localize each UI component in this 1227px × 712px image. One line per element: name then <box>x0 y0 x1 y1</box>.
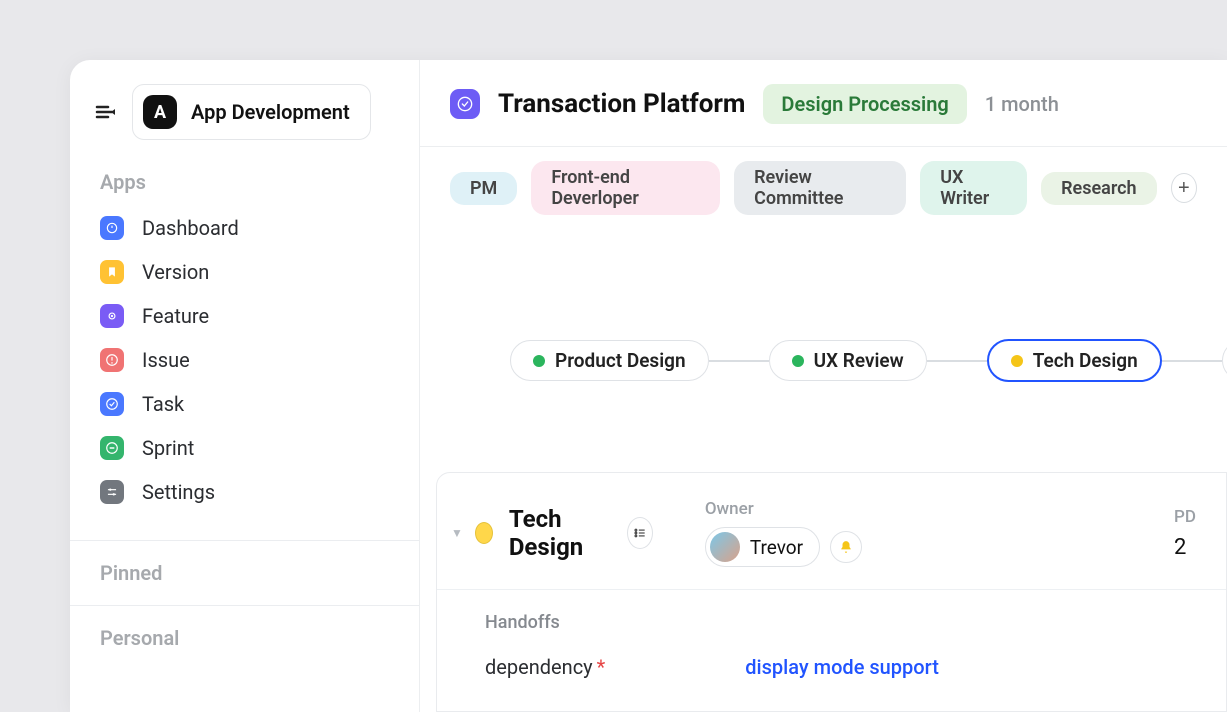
pd-value: 2 <box>1174 535 1196 560</box>
handoffs-heading: Handoffs <box>485 612 1178 633</box>
check-circle-icon <box>450 89 480 119</box>
role-tag[interactable]: PM <box>450 172 517 205</box>
collapse-caret-icon[interactable]: ▼ <box>451 526 463 540</box>
pd-label: PD <box>1174 507 1196 527</box>
workspace-selector[interactable]: A App Development <box>132 84 371 140</box>
alert-icon <box>100 348 124 372</box>
bookmark-icon <box>100 260 124 284</box>
owner-name: Trevor <box>750 536 803 559</box>
role-tag[interactable]: Review Committee <box>734 161 906 215</box>
add-role-button[interactable]: + <box>1171 173 1197 203</box>
owner-block: Owner Trevor <box>705 499 862 567</box>
card-title: Tech Design <box>509 505 615 561</box>
star-icon <box>100 304 124 328</box>
role-tag[interactable]: Research <box>1041 172 1156 205</box>
workspace-avatar: A <box>143 95 177 129</box>
nav-item-label: Sprint <box>142 436 194 460</box>
pipeline-stage[interactable]: Product Design <box>510 340 709 381</box>
required-asterisk: * <box>597 655 606 679</box>
page-header: Transaction Platform Design Processing 1… <box>420 60 1227 147</box>
sidebar: A App Development Apps Dashboard Version F… <box>70 60 420 712</box>
dependency-value[interactable]: display mode support <box>745 655 939 679</box>
dashboard-icon <box>100 216 124 240</box>
sidebar-section-personal: Personal <box>70 616 419 660</box>
nav-item-label: Version <box>142 260 209 284</box>
nav-item-label: Settings <box>142 480 215 504</box>
nav-item-label: Task <box>142 392 184 416</box>
pipeline-stages: Product Design UX Review Tech Design Tech <box>420 229 1227 442</box>
main-panel: Transaction Platform Design Processing 1… <box>420 60 1227 712</box>
pd-block: PD 2 <box>1174 507 1196 560</box>
dependency-row: dependency* display mode support <box>485 655 1178 679</box>
nav-list: Dashboard Version Feature Issue Task Sprint Se… <box>70 204 419 530</box>
nav-item-task[interactable]: Task <box>84 382 405 426</box>
stage-connector <box>1162 360 1222 362</box>
stage-label: Tech Design <box>1033 349 1138 372</box>
stage-connector <box>927 360 987 362</box>
nav-item-label: Dashboard <box>142 216 239 240</box>
dash-icon <box>100 436 124 460</box>
stage-connector <box>709 360 769 362</box>
card-header: ▼ Tech Design Owner Trevor <box>437 473 1226 590</box>
nav-item-sprint[interactable]: Sprint <box>84 426 405 470</box>
stage-dot-icon <box>792 355 804 367</box>
stage-label: Product Design <box>555 349 686 372</box>
nav-item-issue[interactable]: Issue <box>84 338 405 382</box>
status-badge: Design Processing <box>763 84 966 124</box>
avatar <box>710 532 740 562</box>
owner-chip[interactable]: Trevor <box>705 527 820 567</box>
app-frame: A App Development Apps Dashboard Version F… <box>70 60 1227 712</box>
sliders-icon <box>100 480 124 504</box>
sidebar-section-pinned: Pinned <box>70 551 419 595</box>
check-icon <box>100 392 124 416</box>
stage-dot-icon <box>533 355 545 367</box>
page-title: Transaction Platform <box>498 89 745 119</box>
nav-item-dashboard[interactable]: Dashboard <box>84 206 405 250</box>
card-body: Handoffs dependency* display mode suppor… <box>437 590 1226 712</box>
owner-label: Owner <box>705 499 862 519</box>
role-tag[interactable]: UX Writer <box>920 161 1027 215</box>
pipeline-stage[interactable]: UX Review <box>769 340 927 381</box>
nav-item-label: Issue <box>142 348 190 372</box>
workspace-name: App Development <box>191 100 350 124</box>
bell-icon[interactable] <box>830 531 862 563</box>
list-icon[interactable] <box>627 517 653 549</box>
menu-collapse-icon[interactable] <box>94 100 118 124</box>
stage-card: ▼ Tech Design Owner Trevor <box>436 472 1227 712</box>
nav-item-settings[interactable]: Settings <box>84 470 405 514</box>
nav-item-feature[interactable]: Feature <box>84 294 405 338</box>
stage-dot-icon <box>1011 355 1023 367</box>
sidebar-divider <box>70 605 419 606</box>
sidebar-section-apps: Apps <box>70 160 419 204</box>
pipeline-stage[interactable]: Tech <box>1222 340 1227 381</box>
sidebar-divider <box>70 540 419 541</box>
pipeline-stage[interactable]: Tech Design <box>987 339 1162 382</box>
nav-item-label: Feature <box>142 304 209 328</box>
nav-item-version[interactable]: Version <box>84 250 405 294</box>
role-tag[interactable]: Front-end Deverloper <box>531 161 720 215</box>
role-tags-row: PM Front-end Deverloper Review Committee UX… <box>420 147 1227 229</box>
stage-label: UX Review <box>814 349 904 372</box>
duration-label: 1 month <box>985 92 1059 116</box>
sidebar-top: A App Development <box>70 84 419 160</box>
dependency-key: dependency* <box>485 655 605 679</box>
status-dot-icon <box>475 522 493 544</box>
